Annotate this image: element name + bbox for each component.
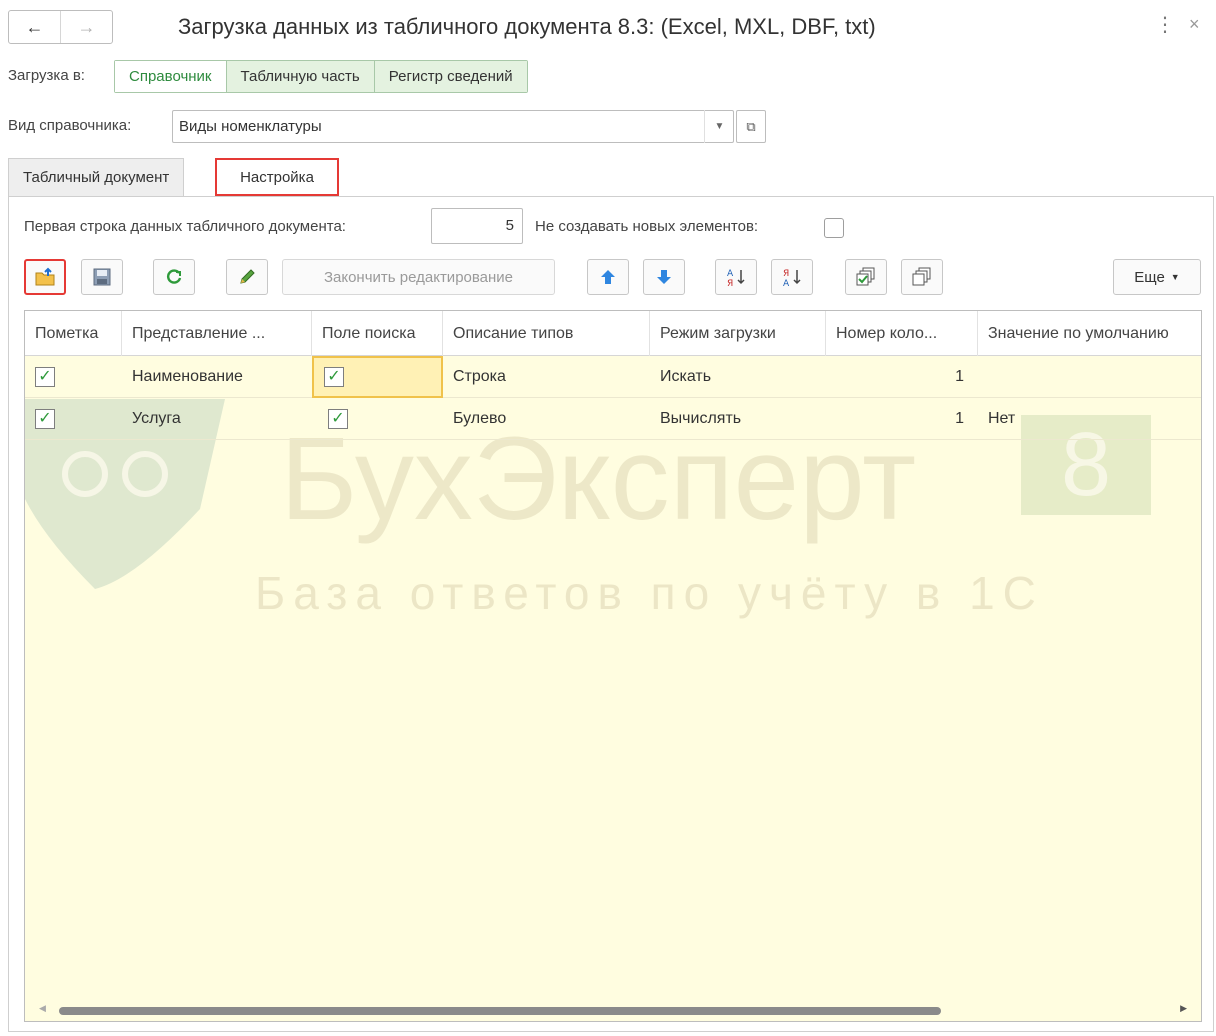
check-icon[interactable]: ✓ bbox=[324, 367, 344, 387]
open-file-icon bbox=[35, 267, 55, 286]
row-name-cell[interactable]: Наименование bbox=[122, 356, 312, 398]
check-icon[interactable]: ✓ bbox=[328, 409, 348, 429]
edit-icon bbox=[240, 269, 255, 284]
finish-editing-button[interactable]: Закончить редактирование bbox=[282, 259, 555, 295]
settings-table: БухЭксперт 8 База ответов по учёту в 1С … bbox=[24, 310, 1202, 1022]
row-mode-cell[interactable]: Искать bbox=[650, 356, 826, 398]
row-column-cell[interactable]: 1 bbox=[826, 398, 978, 440]
edit-button[interactable] bbox=[226, 259, 268, 295]
window-title: Загрузка данных из табличного документа … bbox=[178, 14, 876, 39]
catalog-kind-field[interactable]: Виды номенклатуры bbox=[172, 110, 734, 143]
forward-icon[interactable]: → bbox=[60, 11, 112, 43]
row-column-cell[interactable]: 1 bbox=[826, 356, 978, 398]
open-file-button[interactable] bbox=[24, 259, 66, 295]
column-search-field[interactable]: Поле поиска bbox=[312, 311, 443, 356]
move-down-button[interactable] bbox=[643, 259, 685, 295]
more-menu-icon[interactable]: ⋮ bbox=[1155, 12, 1175, 37]
more-label: Еще bbox=[1134, 268, 1165, 286]
move-up-icon bbox=[601, 270, 615, 284]
refresh-button[interactable] bbox=[153, 259, 195, 295]
column-presentation[interactable]: Представление ... bbox=[122, 311, 312, 356]
chevron-down-icon[interactable]: ▼ bbox=[704, 110, 734, 143]
load-to-option-register[interactable]: Регистр сведений bbox=[373, 61, 527, 92]
sort-desc-icon: Я А bbox=[783, 269, 801, 287]
svg-text:Я: Я bbox=[783, 269, 789, 279]
tab-spreadsheet[interactable]: Табличный документ bbox=[8, 158, 185, 196]
no-new-elements-checkbox[interactable] bbox=[824, 218, 844, 238]
uncheck-all-icon bbox=[912, 267, 931, 286]
close-icon[interactable]: × bbox=[1189, 14, 1200, 35]
column-load-mode[interactable]: Режим загрузки bbox=[650, 311, 826, 356]
svg-text:А: А bbox=[727, 269, 734, 279]
svg-text:Я: Я bbox=[727, 279, 733, 287]
row-default-cell[interactable]: Нет bbox=[978, 398, 1201, 440]
catalog-kind-label: Вид справочника: bbox=[8, 117, 132, 134]
save-icon bbox=[93, 268, 111, 286]
watermark-subtitle: База ответов по учёту в 1С bbox=[255, 567, 1044, 619]
check-all-icon bbox=[856, 267, 875, 286]
row-name-cell[interactable]: Услуга bbox=[122, 398, 312, 440]
svg-text:А: А bbox=[783, 279, 790, 287]
sort-ascending-button[interactable]: А Я bbox=[715, 259, 757, 295]
back-icon[interactable]: ← bbox=[9, 11, 60, 43]
uncheck-all-button[interactable] bbox=[901, 259, 943, 295]
table-row[interactable]: ✓ Наименование ✓ Строка Искать 1 bbox=[25, 356, 1201, 398]
horizontal-scrollbar[interactable]: ◀ ▶ bbox=[25, 999, 1201, 1021]
scroll-right-icon[interactable]: ▶ bbox=[1180, 1003, 1187, 1014]
refresh-icon bbox=[167, 269, 182, 284]
no-new-elements-label: Не создавать новых элементов: bbox=[535, 218, 759, 235]
navigation-buttons: ← → bbox=[8, 10, 113, 44]
first-row-input[interactable]: 5 bbox=[431, 208, 523, 244]
row-mark-cell[interactable]: ✓ bbox=[25, 398, 122, 440]
save-button[interactable] bbox=[81, 259, 123, 295]
column-column-number[interactable]: Номер коло... bbox=[826, 311, 978, 356]
check-icon[interactable]: ✓ bbox=[35, 367, 55, 387]
first-row-label: Первая строка данных табличного документ… bbox=[24, 218, 346, 235]
more-button[interactable]: Еще ▼ bbox=[1113, 259, 1201, 295]
load-to-option-table-part[interactable]: Табличную часть bbox=[225, 61, 374, 92]
scrollbar-thumb[interactable] bbox=[59, 1007, 941, 1015]
row-mark-cell[interactable]: ✓ bbox=[25, 356, 122, 398]
row-type-cell[interactable]: Строка bbox=[443, 356, 650, 398]
column-mark[interactable]: Пометка bbox=[25, 311, 122, 356]
row-type-cell[interactable]: Булево bbox=[443, 398, 650, 440]
check-icon[interactable]: ✓ bbox=[35, 409, 55, 429]
load-to-option-catalog[interactable]: Справочник bbox=[115, 61, 226, 92]
chevron-down-icon: ▼ bbox=[1170, 272, 1180, 282]
sort-descending-button[interactable]: Я А bbox=[771, 259, 813, 295]
row-search-cell[interactable]: ✓ bbox=[312, 398, 443, 440]
move-up-button[interactable] bbox=[587, 259, 629, 295]
column-default-value[interactable]: Значение по умолчанию bbox=[978, 311, 1201, 356]
row-mode-cell[interactable]: Вычислять bbox=[650, 398, 826, 440]
column-type-description[interactable]: Описание типов bbox=[443, 311, 650, 356]
load-to-label: Загрузка в: bbox=[8, 67, 85, 84]
table-row[interactable]: ✓ Услуга ✓ Булево Вычислять 1 Нет bbox=[25, 398, 1201, 440]
row-default-cell[interactable] bbox=[978, 356, 1201, 398]
check-all-button[interactable] bbox=[845, 259, 887, 295]
sort-asc-icon: А Я bbox=[727, 269, 745, 287]
scroll-left-icon[interactable]: ◀ bbox=[39, 1003, 46, 1014]
table-header: Пометка Представление ... Поле поиска Оп… bbox=[25, 311, 1201, 356]
tab-settings[interactable]: Настройка bbox=[215, 158, 339, 196]
load-to-selector: Справочник Табличную часть Регистр сведе… bbox=[114, 60, 528, 93]
row-search-cell[interactable]: ✓ bbox=[312, 356, 443, 398]
move-down-icon bbox=[657, 270, 671, 284]
open-icon[interactable]: ⧉ bbox=[736, 110, 766, 143]
